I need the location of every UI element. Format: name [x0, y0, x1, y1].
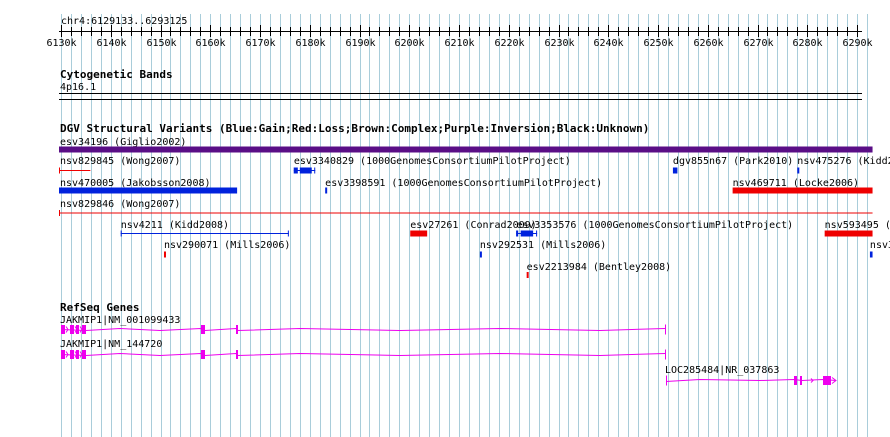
dgv-feature[interactable]: esv3398591 (1000GenomesConsortiumPilotPr…	[325, 178, 602, 194]
dgv-features[interactable]: esv34196 (Giglio2002) nsv829845 (Wong2007…	[59, 137, 890, 278]
track-title-genes: RefSeq Genes	[60, 301, 139, 314]
dgv-feature-label: nsv593495 (Conrad2009)	[825, 220, 890, 231]
dgv-feature-label: nsv4211 (Kidd2008)	[121, 220, 229, 231]
genome-browser-view: chr4:6129133..6293125 6130k 6140k 6150k 616…	[0, 0, 890, 437]
ruler-tick-label: 6140k	[96, 38, 126, 49]
refseq-gene[interactable]: JAKMIP1|NM_144720	[60, 339, 666, 360]
gene-exon	[236, 350, 238, 359]
ruler-tick-label: 6180k	[295, 38, 325, 49]
dgv-feature[interactable]: dgv855n67 (Park2010)	[672, 156, 793, 174]
gene-exon	[70, 350, 74, 359]
dgv-feature-block	[299, 167, 312, 174]
ruler-tick-label: 6200k	[394, 38, 424, 49]
dgv-feature[interactable]: nsv31 (Mills2006)	[869, 240, 890, 258]
gene-exon	[61, 350, 65, 359]
dgv-feature-label: nsv469711 (Locke2006)	[733, 178, 859, 189]
dgv-feature-bar	[824, 230, 873, 237]
refseq-gene[interactable]: LOC285484|NR_037863	[665, 365, 837, 386]
ruler-tick-label: 6270k	[743, 38, 773, 49]
ruler-tick-label: 6240k	[593, 38, 623, 49]
gene-exon	[76, 350, 79, 359]
dgv-feature[interactable]: nsv292531 (Mills2006)	[479, 240, 606, 258]
dgv-feature-label: dgv855n67 (Park2010)	[673, 156, 793, 167]
dgv-feature-label: nsv470005 (Jakobsson2008)	[60, 178, 211, 189]
dgv-feature-bar	[526, 272, 529, 278]
dgv-feature-label: esv2213984 (Bentley2008)	[527, 262, 672, 273]
track-title-dgv: DGV Structural Variants (Blue:Gain;Red:L…	[60, 122, 649, 135]
ruler-tick-label: 6290k	[842, 38, 872, 49]
dgv-feature-label: nsv292531 (Mills2006)	[480, 240, 606, 251]
dgv-feature[interactable]: nsv470005 (Jakobsson2008)	[59, 178, 238, 194]
gene-exon	[201, 350, 205, 359]
dgv-feature-bar	[325, 187, 328, 194]
dgv-feature-label: esv3340829 (1000GenomesConsortiumPilotPr…	[294, 156, 571, 167]
gene-label: JAKMIP1|NM_001099433	[60, 315, 180, 326]
gene-exon	[61, 325, 65, 334]
dgv-feature-block	[520, 230, 534, 237]
ruler-tick-label: 6150k	[146, 38, 176, 49]
gene-label: LOC285484|NR_037863	[665, 365, 779, 376]
dgv-feature-bar	[59, 187, 238, 194]
gene-intron	[665, 378, 837, 382]
dgv-feature[interactable]: nsv4211 (Kidd2008)	[120, 220, 289, 237]
dgv-feature[interactable]: esv34196 (Giglio2002)	[59, 137, 873, 153]
dgv-feature-bar	[672, 167, 678, 174]
dgv-feature[interactable]: nsv469711 (Locke2006)	[732, 178, 873, 194]
ruler-tick-label: 6230k	[544, 38, 574, 49]
gene-exon	[201, 325, 205, 334]
dgv-feature-bar	[479, 251, 482, 258]
dgv-feature-bar	[163, 251, 166, 258]
refseq-gene[interactable]: JAKMIP1|NM_001099433	[60, 315, 666, 335]
dgv-feature-label: nsv31 (Mills2006)	[870, 240, 890, 251]
ruler-tick-label: 6220k	[494, 38, 524, 49]
dgv-feature-block	[293, 167, 298, 174]
dgv-feature-bar	[59, 146, 873, 153]
gene-exon	[794, 376, 797, 385]
gene-exon	[236, 325, 238, 334]
ruler-tick-label: 6170k	[245, 38, 275, 49]
ruler-tick-label: 6280k	[792, 38, 822, 49]
dgv-feature-label: nsv829846 (Wong2007)	[60, 199, 180, 210]
dgv-structural-variants-track[interactable]: DGV Structural Variants (Blue:Gain;Red:L…	[59, 122, 890, 278]
dgv-feature-bar	[797, 167, 800, 174]
dgv-feature[interactable]: esv3353576 (1000GenomesConsortiumPilotPr…	[516, 220, 793, 237]
gene-exon	[800, 376, 802, 385]
dgv-feature-bar	[732, 187, 873, 194]
dgv-feature-label: nsv829845 (Wong2007)	[60, 156, 180, 167]
dgv-feature[interactable]: nsv290071 (Mills2006)	[163, 240, 290, 258]
ruler-tick-label: 6190k	[345, 38, 375, 49]
gene-exon	[70, 325, 74, 334]
dgv-feature-label: esv34196 (Giglio2002)	[60, 137, 186, 148]
dgv-feature-bar	[410, 230, 428, 237]
dgv-feature[interactable]: nsv475276 (Kidd2008)	[797, 156, 890, 174]
gene-features[interactable]: JAKMIP1|NM_001099433 JAKMIP1|NM_144720 LOC…	[60, 315, 837, 386]
genome-tracks-canvas: chr4:6129133..6293125 6130k 6140k 6150k 616…	[46, 14, 890, 437]
dgv-feature[interactable]: nsv829845 (Wong2007)	[59, 156, 180, 174]
dgv-feature-label: esv3353576 (1000GenomesConsortiumPilotPr…	[516, 220, 793, 231]
dgv-feature[interactable]: nsv829846 (Wong2007)	[59, 199, 873, 216]
track-title-cytoband: Cytogenetic Bands	[60, 68, 173, 81]
gene-exon	[823, 376, 831, 385]
ruler-tick-label: 6130k	[46, 38, 76, 49]
dgv-feature-block	[516, 230, 519, 237]
cytogenetic-bands-track[interactable]: Cytogenetic Bands 4p16.1	[59, 68, 862, 100]
ruler-tick-label: 6260k	[693, 38, 723, 49]
dgv-feature-bar	[869, 251, 873, 258]
dgv-feature-label: esv3398591 (1000GenomesConsortiumPilotPr…	[325, 178, 602, 189]
gene-exon	[82, 350, 86, 359]
gene-exon	[76, 325, 79, 334]
ruler-tick-label: 6210k	[444, 38, 474, 49]
gene-label: JAKMIP1|NM_144720	[60, 339, 162, 350]
dgv-feature[interactable]: nsv593495 (Conrad2009)	[824, 220, 890, 237]
ruler-tick-label: 6250k	[643, 38, 673, 49]
cytoband-label: 4p16.1	[60, 82, 96, 93]
dgv-feature-label: nsv290071 (Mills2006)	[164, 240, 290, 251]
gene-exon	[82, 325, 86, 334]
ruler-tick-label: 6160k	[195, 38, 225, 49]
dgv-feature-label: nsv475276 (Kidd2008)	[797, 156, 890, 167]
location-label: chr4:6129133..6293125	[61, 16, 187, 27]
refseq-genes-track[interactable]: RefSeq Genes JAKMIP1|NM_001099433JAKMIP1…	[60, 301, 837, 386]
